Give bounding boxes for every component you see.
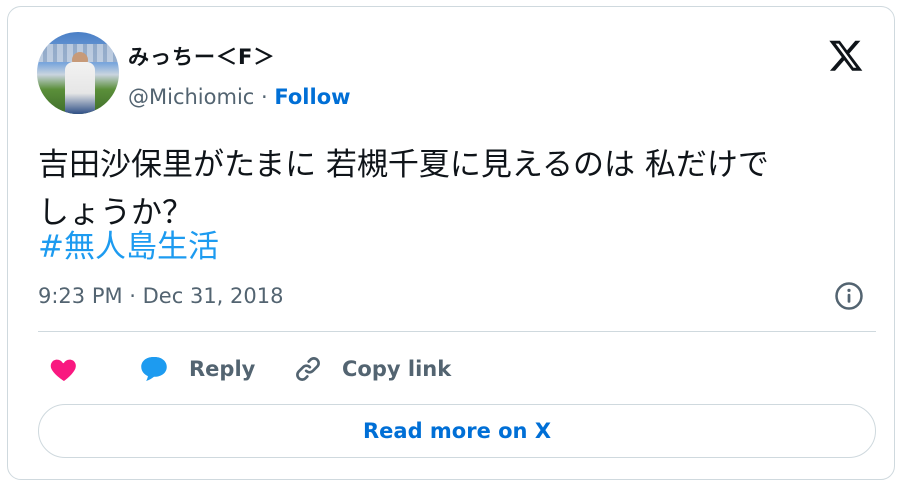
avatar-figure xyxy=(65,62,95,114)
tweet-text-line-1: 吉田沙保里がたまに 若槻千夏に見えるのは 私だけで xyxy=(38,147,769,183)
author-handle-row: @Michiomic · Follow xyxy=(128,85,351,109)
like-button[interactable] xyxy=(48,347,80,391)
hashtag-link[interactable]: #無人島生活 xyxy=(38,221,219,266)
follow-button[interactable]: Follow xyxy=(274,85,350,109)
copy-link-label: Copy link xyxy=(342,357,452,381)
link-icon xyxy=(296,357,320,381)
tweet-actions: Reply Copy link xyxy=(38,347,878,391)
tweet-embed-card: みっちー＜F＞ @Michiomic · Follow 吉田沙保里がたまに 若槻… xyxy=(7,6,895,480)
reply-button[interactable]: Reply xyxy=(137,347,255,391)
x-logo-icon[interactable] xyxy=(828,37,864,73)
avatar[interactable] xyxy=(37,32,119,114)
info-icon[interactable] xyxy=(834,281,864,311)
heart-icon xyxy=(50,359,76,381)
divider xyxy=(38,331,876,332)
author-display-name[interactable]: みっちー＜F＞ xyxy=(128,41,275,71)
tweet-timestamp[interactable]: 9:23 PM · Dec 31, 2018 xyxy=(38,284,283,308)
read-more-button[interactable]: Read more on X xyxy=(38,404,876,458)
reply-label: Reply xyxy=(189,357,256,381)
author-handle[interactable]: @Michiomic xyxy=(128,85,254,109)
copy-link-button[interactable]: Copy link xyxy=(292,347,451,391)
separator-dot: · xyxy=(261,85,268,109)
speech-bubble-icon xyxy=(141,356,167,382)
